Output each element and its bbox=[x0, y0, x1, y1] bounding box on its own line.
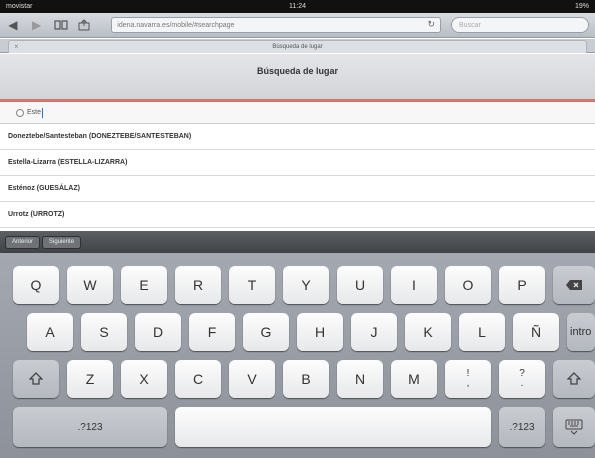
key-u[interactable]: U bbox=[337, 266, 383, 304]
key-o[interactable]: O bbox=[445, 266, 491, 304]
previous-field-button[interactable]: Anterior bbox=[5, 235, 41, 249]
result-item[interactable]: Esténoz (GUESÁLAZ) bbox=[0, 176, 595, 202]
result-item[interactable]: Estella-Lizarra (ESTELLA-LIZARRA) bbox=[0, 150, 595, 176]
shift-icon bbox=[567, 372, 581, 385]
key-a[interactable]: A bbox=[27, 313, 73, 351]
key-k[interactable]: K bbox=[405, 313, 451, 351]
share-icon[interactable] bbox=[78, 18, 92, 32]
clock: 11:24 bbox=[288, 3, 306, 10]
key-f[interactable]: F bbox=[189, 313, 235, 351]
key-enye[interactable]: Ñ bbox=[513, 313, 559, 351]
key-c[interactable]: C bbox=[175, 360, 221, 398]
tab-strip: × Búsqueda de lugar bbox=[0, 39, 595, 53]
result-item[interactable]: Doneztebe/Santesteban (DONEZTEBE/SANTEST… bbox=[0, 124, 595, 150]
key-t[interactable]: T bbox=[229, 266, 275, 304]
browser-toolbar: ◀ ▶ idena.navarra.es/mobile/#searchpage … bbox=[0, 13, 595, 38]
reload-icon[interactable]: ↻ bbox=[427, 19, 435, 30]
tab-title: Búsqueda de lugar bbox=[272, 44, 323, 50]
url-text: idena.navarra.es/mobile/#searchpage bbox=[117, 21, 235, 29]
bookmarks-icon[interactable] bbox=[53, 18, 68, 32]
key-comma-label: , bbox=[466, 378, 470, 389]
shift-key-right[interactable] bbox=[553, 360, 595, 398]
key-p[interactable]: P bbox=[499, 266, 545, 304]
key-exclaim-comma[interactable]: ! , bbox=[445, 360, 491, 398]
page-header: Búsqueda de lugar bbox=[0, 54, 595, 100]
back-icon[interactable]: ◀ bbox=[6, 18, 20, 32]
key-r[interactable]: R bbox=[175, 266, 221, 304]
browser-search-placeholder: Buscar bbox=[459, 21, 481, 29]
space-key[interactable] bbox=[175, 407, 491, 447]
results-list: Doneztebe/Santesteban (DONEZTEBE/SANTEST… bbox=[0, 124, 595, 228]
key-n[interactable]: N bbox=[337, 360, 383, 398]
key-w[interactable]: W bbox=[67, 266, 113, 304]
battery-label: 19% bbox=[574, 3, 589, 10]
key-g[interactable]: G bbox=[243, 313, 289, 351]
key-l[interactable]: L bbox=[459, 313, 505, 351]
key-m[interactable]: M bbox=[391, 360, 437, 398]
page-title: Búsqueda de lugar bbox=[256, 66, 338, 76]
browser-tab[interactable]: × Búsqueda de lugar bbox=[8, 40, 587, 53]
carrier-label: movistar bbox=[6, 3, 33, 10]
close-tab-icon[interactable]: × bbox=[14, 42, 19, 51]
key-question-period[interactable]: ? . bbox=[499, 360, 545, 398]
key-period-label: . bbox=[520, 378, 524, 389]
url-bar[interactable]: idena.navarra.es/mobile/#searchpage ↻ bbox=[111, 17, 442, 33]
key-q[interactable]: Q bbox=[13, 266, 59, 304]
search-value: Este bbox=[27, 109, 42, 116]
key-z[interactable]: Z bbox=[67, 360, 113, 398]
shift-key-left[interactable] bbox=[13, 360, 59, 398]
backspace-icon bbox=[566, 280, 582, 290]
key-h[interactable]: H bbox=[297, 313, 343, 351]
onscreen-keyboard: Q W E R T Y U I O P A S D F G H J K L Ñ … bbox=[0, 253, 595, 458]
key-d[interactable]: D bbox=[135, 313, 181, 351]
key-s[interactable]: S bbox=[81, 313, 127, 351]
place-search-input[interactable]: Este bbox=[0, 102, 595, 124]
key-b[interactable]: B bbox=[283, 360, 329, 398]
key-x[interactable]: X bbox=[121, 360, 167, 398]
numbers-key-right[interactable]: .?123 bbox=[499, 407, 545, 447]
search-icon bbox=[16, 108, 24, 117]
shift-icon bbox=[29, 372, 43, 385]
hide-keyboard-key[interactable] bbox=[553, 407, 595, 447]
key-y[interactable]: Y bbox=[283, 266, 329, 304]
keyboard-accessory-bar: Anterior Siguiente bbox=[0, 231, 595, 253]
backspace-key[interactable] bbox=[553, 266, 595, 304]
browser-search-field[interactable]: Buscar bbox=[451, 17, 589, 33]
key-i[interactable]: I bbox=[391, 266, 437, 304]
enter-key[interactable]: intro bbox=[567, 313, 595, 351]
result-item[interactable]: Urrotz (URROTZ) bbox=[0, 202, 595, 228]
status-bar: movistar 11:24 19% bbox=[0, 0, 595, 13]
next-field-button[interactable]: Siguiente bbox=[42, 235, 82, 249]
numbers-key-left[interactable]: .?123 bbox=[13, 407, 167, 447]
forward-icon[interactable]: ▶ bbox=[30, 18, 44, 32]
key-e[interactable]: E bbox=[121, 266, 167, 304]
keyboard-hide-icon bbox=[565, 419, 583, 435]
key-v[interactable]: V bbox=[229, 360, 275, 398]
text-caret bbox=[42, 107, 44, 118]
key-j[interactable]: J bbox=[351, 313, 397, 351]
